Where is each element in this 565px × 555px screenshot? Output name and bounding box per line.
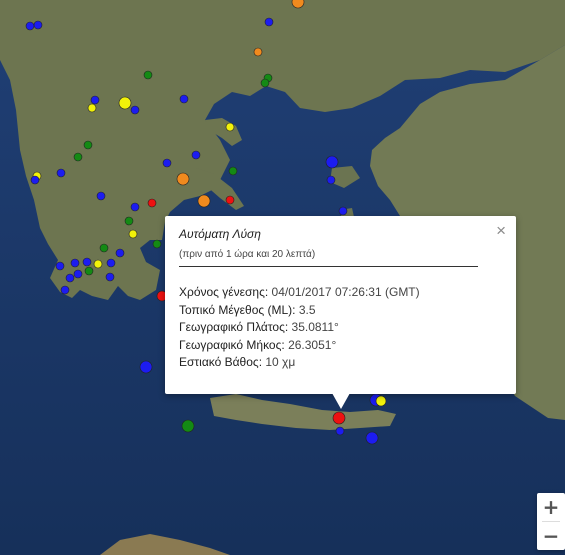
- earthquake-marker-yellow[interactable]: [93, 259, 103, 269]
- earthquake-marker-green[interactable]: [73, 152, 83, 162]
- earthquake-marker-blue[interactable]: [106, 258, 116, 268]
- close-button[interactable]: ×: [496, 222, 506, 240]
- popup-pointer: [332, 393, 350, 409]
- earthquake-marker-blue[interactable]: [264, 17, 274, 27]
- zoom-control: + −: [537, 493, 565, 550]
- earthquake-marker-blue[interactable]: [70, 258, 80, 268]
- earthquake-marker-red[interactable]: [225, 195, 235, 205]
- earthquake-marker-blue[interactable]: [60, 285, 70, 295]
- earthquake-marker-red[interactable]: [147, 198, 157, 208]
- earthquake-marker-yellow[interactable]: [87, 103, 97, 113]
- earthquake-marker-blue[interactable]: [73, 269, 83, 279]
- earthquake-marker-yellow[interactable]: [375, 395, 387, 407]
- detail-label: Γεωγραφικό Πλάτος:: [179, 320, 289, 334]
- earthquake-marker-blue[interactable]: [56, 168, 66, 178]
- earthquake-marker-orange[interactable]: [176, 172, 190, 186]
- detail-label: Γεωγραφικό Μήκος:: [179, 337, 285, 352]
- popup-divider: [179, 266, 478, 267]
- earthquake-marker-green[interactable]: [260, 78, 270, 88]
- detail-magnitude: Τοπικό Μέγεθος (ML): 3.5: [179, 302, 420, 320]
- earthquake-marker-blue[interactable]: [65, 273, 75, 283]
- earthquake-marker-blue[interactable]: [130, 202, 140, 212]
- detail-value: 26.3051°: [288, 337, 337, 352]
- earthquake-marker-blue[interactable]: [33, 20, 43, 30]
- earthquake-marker-green[interactable]: [99, 243, 109, 253]
- detail-label: Χρόνος γένεσης:: [179, 285, 269, 299]
- detail-value: 04/01/2017 07:26:31 (GMT): [271, 285, 420, 299]
- detail-value: 3.5: [298, 302, 316, 317]
- zoom-out-button[interactable]: −: [537, 522, 565, 550]
- earthquake-marker-green[interactable]: [228, 166, 238, 176]
- earthquake-marker-blue[interactable]: [338, 206, 348, 216]
- earthquake-marker-blue[interactable]: [96, 191, 106, 201]
- detail-label: Τοπικό Μέγεθος (ML):: [179, 302, 296, 317]
- detail-longitude: Γεωγραφικό Μήκος: 26.3051°: [179, 337, 420, 355]
- earthquake-marker-blue[interactable]: [335, 426, 345, 436]
- earthquake-marker-yellow[interactable]: [118, 96, 132, 110]
- earthquake-marker-blue[interactable]: [365, 431, 379, 445]
- info-popup: × Αυτόματη Λύση (πριν από 1 ώρα και 20 λ…: [165, 216, 516, 394]
- earthquake-marker-blue[interactable]: [25, 21, 35, 31]
- earthquake-marker-green[interactable]: [83, 140, 93, 150]
- earthquake-marker-orange[interactable]: [197, 194, 211, 208]
- earthquake-marker-blue[interactable]: [139, 360, 153, 374]
- earthquake-marker-blue[interactable]: [115, 248, 125, 258]
- earthquake-marker-blue[interactable]: [55, 261, 65, 271]
- earthquake-marker-green[interactable]: [124, 216, 134, 226]
- earthquake-marker-green[interactable]: [181, 419, 195, 433]
- earthquake-marker-blue[interactable]: [130, 105, 140, 115]
- popup-subtitle: (πριν από 1 ώρα και 20 λεπτά): [179, 249, 316, 260]
- earthquake-marker-blue[interactable]: [105, 272, 115, 282]
- popup-title: Αυτόματη Λύση: [179, 227, 261, 241]
- earthquake-marker-blue[interactable]: [30, 175, 40, 185]
- popup-details: Χρόνος γένεσης: 04/01/2017 07:26:31 (GMT…: [179, 284, 420, 372]
- detail-latitude: Γεωγραφικό Πλάτος: 35.0811°: [179, 319, 420, 337]
- earthquake-marker-blue[interactable]: [162, 158, 172, 168]
- detail-origin-time: Χρόνος γένεσης: 04/01/2017 07:26:31 (GMT…: [179, 284, 420, 302]
- earthquake-marker-red[interactable]: [332, 411, 346, 425]
- earthquake-marker-yellow[interactable]: [225, 122, 235, 132]
- earthquake-marker-orange[interactable]: [253, 47, 263, 57]
- earthquake-marker-blue[interactable]: [191, 150, 201, 160]
- earthquake-marker-green[interactable]: [152, 239, 162, 249]
- earthquake-marker-blue[interactable]: [90, 95, 100, 105]
- detail-value: 10 χμ: [265, 355, 296, 369]
- earthquake-marker-green[interactable]: [143, 70, 153, 80]
- detail-value: 35.0811°: [291, 320, 339, 334]
- zoom-in-button[interactable]: +: [537, 493, 565, 521]
- detail-depth: Εστιακό Βάθος: 10 χμ: [179, 354, 420, 372]
- earthquake-marker-blue[interactable]: [325, 155, 339, 169]
- earthquake-marker-green[interactable]: [84, 266, 94, 276]
- earthquake-marker-blue[interactable]: [82, 257, 92, 267]
- earthquake-marker-blue[interactable]: [179, 94, 189, 104]
- detail-label: Εστιακό Βάθος:: [179, 355, 263, 369]
- earthquake-marker-yellow[interactable]: [128, 229, 138, 239]
- earthquake-marker-blue[interactable]: [326, 175, 336, 185]
